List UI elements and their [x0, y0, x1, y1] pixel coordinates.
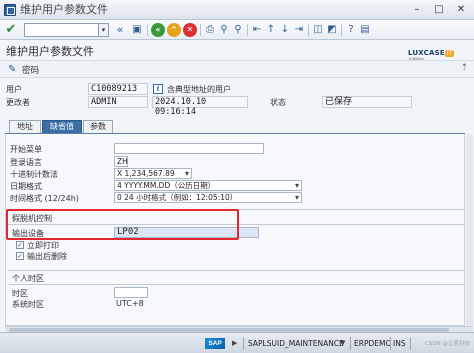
timezone-group-title: 个人时区 — [12, 274, 44, 283]
status-label: 状态 — [270, 98, 286, 107]
close-window-button[interactable]: ✕ — [450, 1, 472, 18]
command-history-dropdown[interactable]: ▾ — [99, 23, 109, 37]
expand-icon[interactable]: ⇡ — [460, 63, 468, 73]
system-timezone-value: UTC+8 — [116, 299, 144, 308]
shortcut-icon[interactable]: ◩ — [325, 23, 339, 37]
maximize-button[interactable]: □ — [428, 1, 450, 18]
changed-by-label: 更改者 — [6, 98, 30, 107]
group-divider — [8, 284, 464, 285]
prev-page-icon[interactable]: ↑ — [264, 23, 278, 37]
system-timezone-label: 系统时区 — [12, 300, 44, 309]
logon-language-label: 登录语言 — [10, 158, 42, 167]
page-title: 维护用户参数文件 — [6, 45, 94, 58]
find-next-icon[interactable]: ⚲ — [231, 23, 245, 37]
password-button-label[interactable]: 密码 — [22, 64, 39, 76]
status-bar: SAP ▶ SAPLSUID_MAINTENANCE ▼ ERPDEMO INS — [0, 332, 474, 353]
status-expand-icon[interactable]: ▶ — [232, 339, 237, 347]
user-field[interactable]: C10089213 — [88, 83, 148, 95]
mode-text: INS — [393, 339, 406, 348]
start-menu-label: 开始菜单 — [10, 145, 42, 154]
help-icon[interactable]: ? — [344, 23, 358, 37]
status-field: 已保存 — [322, 96, 412, 108]
cancel-icon[interactable]: ✕ — [183, 23, 197, 37]
exit-icon[interactable]: ^ — [167, 23, 181, 37]
changed-at-field: 2024.10.10 09:16:14 — [152, 96, 248, 117]
command-field[interactable] — [24, 23, 99, 37]
transaction-text: SAPLSUID_MAINTENANCE — [248, 339, 344, 348]
sap-logo: SAP — [205, 338, 225, 349]
transaction-menu-icon[interactable]: ▼ — [340, 339, 345, 347]
find-icon[interactable]: ⚲ — [217, 23, 231, 37]
delete-after-output-label: 输出后删除 — [27, 252, 67, 261]
print-immediately-label: 立即打印 — [27, 241, 59, 250]
date-format-select[interactable]: 4 YYYY.MM.DD（公历日期） — [114, 180, 302, 191]
timezone-label: 时区 — [12, 289, 28, 298]
decimal-notation-label: 十进制计数法 — [10, 170, 58, 179]
scroll-left-icon[interactable]: « — [113, 23, 127, 37]
tab-address[interactable]: 地址 — [9, 120, 41, 133]
user-type-text: 含典型地址的用户 — [167, 85, 231, 94]
start-menu-input[interactable] — [114, 143, 264, 154]
delete-after-output-checkbox[interactable]: ✓ — [16, 252, 24, 260]
application-toolbar: ✎ 密码 ⇡ — [0, 60, 474, 78]
system-text: ERPDEMO — [354, 339, 392, 348]
time-format-select[interactable]: 0 24 小时格式（例如：12:05:10） — [114, 192, 302, 203]
info-icon[interactable]: i — [153, 84, 163, 94]
minimize-button[interactable]: – — [406, 1, 428, 18]
date-format-label: 日期格式 — [10, 182, 42, 191]
logon-language-input[interactable]: ZH — [114, 156, 128, 167]
tab-parameters[interactable]: 参数 — [83, 120, 113, 133]
group-divider — [8, 270, 464, 271]
new-session-icon[interactable]: ◫ — [311, 23, 325, 37]
tab-defaults[interactable]: 缺省值 — [42, 120, 82, 133]
watermark: CSDN @立恩科技 — [425, 341, 470, 347]
timezone-input[interactable] — [114, 287, 148, 298]
highlight-box — [6, 209, 239, 240]
user-label: 用户 — [6, 85, 22, 94]
window-titlebar: 维护用户参数文件 – □ ✕ — [0, 0, 474, 20]
last-page-icon[interactable]: ⇥ — [292, 23, 306, 37]
layout-menu-icon[interactable]: ▤ — [358, 23, 372, 37]
print-icon[interactable]: ⎙ — [203, 23, 217, 37]
back-icon[interactable]: « — [151, 23, 165, 37]
window-title: 维护用户参数文件 — [20, 3, 108, 16]
save-icon[interactable]: ▣ — [130, 23, 144, 37]
enter-check-icon[interactable]: ✔ — [3, 22, 19, 38]
decimal-notation-select[interactable]: X 1,234,567.89 — [114, 168, 192, 179]
first-page-icon[interactable]: ⇤ — [250, 23, 264, 37]
password-icon[interactable]: ✎ — [8, 64, 20, 75]
next-page-icon[interactable]: ↓ — [278, 23, 292, 37]
standard-toolbar: ✔ ▾ « ▣ « ^ ✕ ⎙ ⚲ ⚲ ⇤ ↑ ↓ ⇥ ◫ ◩ ? ▤ — [0, 20, 474, 40]
app-window-icon — [4, 4, 16, 16]
changed-by-field: ADMIN — [88, 96, 148, 108]
vertical-scrollbar[interactable] — [466, 134, 473, 326]
print-immediately-checkbox[interactable]: ✓ — [16, 241, 24, 249]
time-format-label: 时间格式 (12/24h) — [10, 194, 79, 203]
